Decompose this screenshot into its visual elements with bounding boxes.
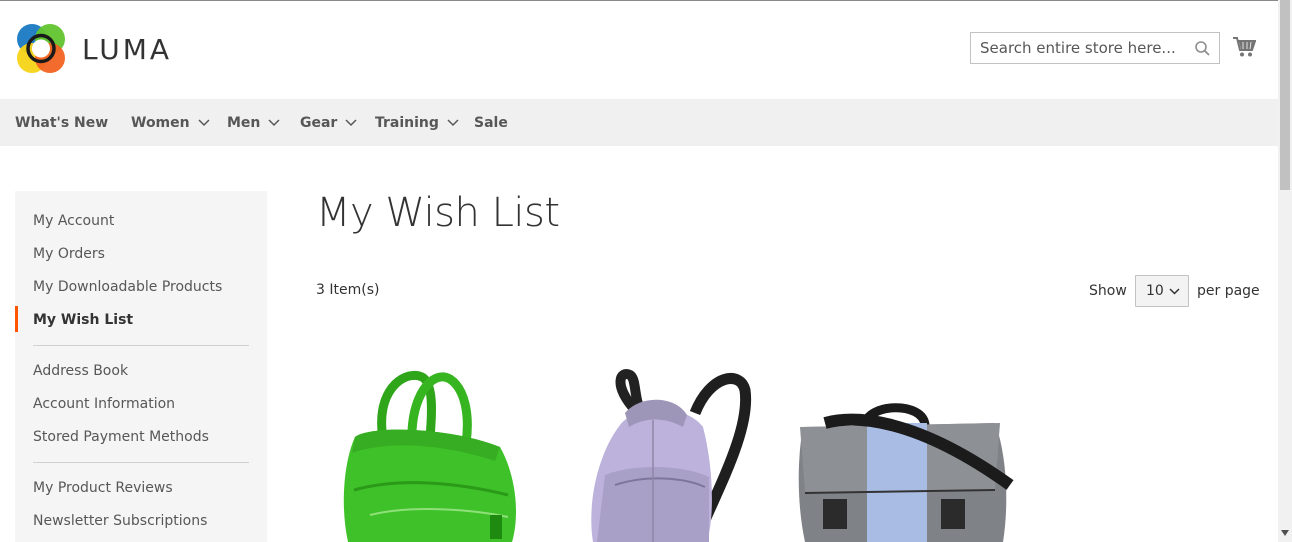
search-box — [970, 32, 1220, 64]
nav-item-whats-new[interactable]: What's New — [15, 99, 108, 146]
sidebar-item-my-wish-list[interactable]: My Wish List — [33, 311, 133, 329]
chevron-down-icon — [345, 118, 357, 126]
per-page-select[interactable]: 10 — [1135, 275, 1189, 307]
green-duffle-bag-image — [343, 371, 516, 542]
sidebar-item-my-orders[interactable]: My Orders — [33, 245, 105, 263]
search-input[interactable] — [971, 33, 1181, 63]
sidebar-item-address-book[interactable]: Address Book — [33, 362, 128, 380]
sidebar-item-newsletter-subscriptions[interactable]: Newsletter Subscriptions — [33, 512, 207, 530]
page-header: LUMA — [0, 1, 1278, 99]
item-count: 3 Item(s) — [316, 282, 380, 298]
main-navigation: What's New Women Men Gear Training Sale — [0, 99, 1278, 146]
luma-logo[interactable]: LUMA — [16, 23, 172, 75]
wishlist-product-image[interactable] — [795, 365, 1015, 542]
chevron-down-icon — [198, 118, 210, 126]
sidebar-divider — [33, 462, 249, 463]
nav-item-training[interactable]: Training — [375, 99, 459, 146]
shopping-cart-icon[interactable] — [1232, 36, 1257, 63]
nav-label: Sale — [474, 114, 508, 131]
limiter-value: 10 — [1146, 283, 1164, 299]
wishlist-product-image[interactable] — [330, 365, 530, 542]
show-label: Show — [1089, 283, 1127, 299]
search-icon[interactable] — [1195, 41, 1210, 61]
nav-item-men[interactable]: Men — [227, 99, 280, 146]
nav-label: Gear — [300, 114, 338, 131]
logo-text: LUMA — [82, 32, 173, 66]
sidebar-item-account-information[interactable]: Account Information — [33, 395, 175, 413]
nav-label: Men — [227, 114, 261, 131]
scrollbar-thumb[interactable] — [1280, 0, 1290, 190]
nav-label: What's New — [15, 114, 109, 131]
chevron-down-icon — [1169, 288, 1180, 295]
page-title: My Wish List — [316, 190, 560, 236]
wishlist-product-image[interactable] — [575, 365, 755, 542]
sidebar-item-downloadable-products[interactable]: My Downloadable Products — [33, 278, 222, 296]
per-page-label: per page — [1197, 283, 1260, 299]
scroll-down-arrow-icon[interactable] — [1281, 530, 1289, 536]
luma-logo-icon — [17, 24, 65, 73]
nav-label: Women — [131, 114, 190, 131]
active-indicator — [15, 306, 18, 332]
sidebar-item-product-reviews[interactable]: My Product Reviews — [33, 479, 173, 497]
sidebar-divider — [33, 345, 249, 346]
vertical-scrollbar[interactable] — [1278, 0, 1292, 542]
chevron-down-icon — [447, 118, 459, 126]
nav-item-sale[interactable]: Sale — [474, 99, 508, 146]
nav-item-gear[interactable]: Gear — [300, 99, 357, 146]
sidebar-item-stored-payment-methods[interactable]: Stored Payment Methods — [33, 428, 209, 446]
account-sidebar: My Account My Orders My Downloadable Pro… — [15, 191, 267, 542]
nav-label: Training — [375, 114, 439, 131]
chevron-down-icon — [268, 118, 280, 126]
gray-messenger-bag-image — [798, 403, 1014, 542]
nav-item-women[interactable]: Women — [131, 99, 210, 146]
sidebar-item-my-account[interactable]: My Account — [33, 212, 114, 230]
lavender-backpack-image — [591, 369, 752, 542]
